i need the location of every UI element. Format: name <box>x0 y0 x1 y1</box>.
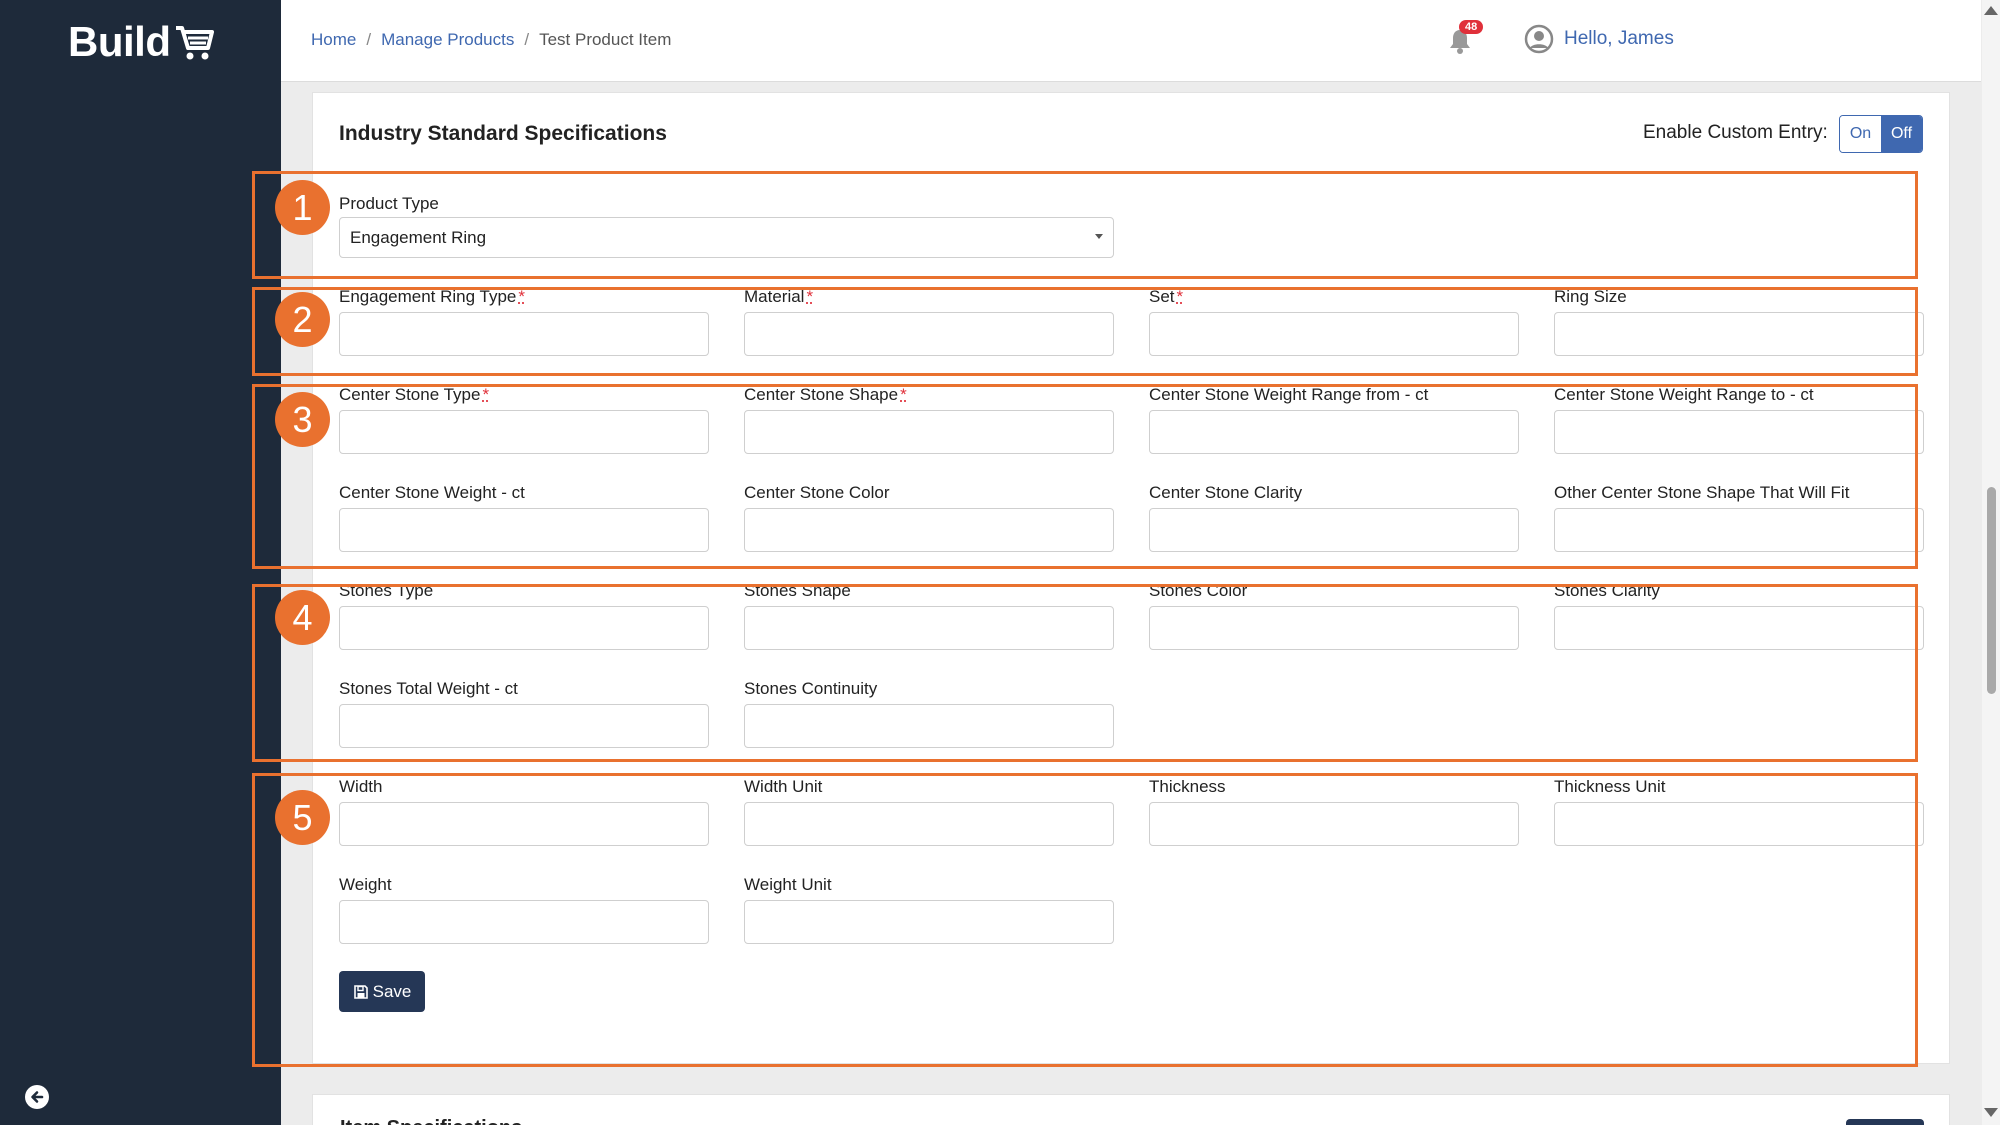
item-specifications-title: Item Specifications <box>340 1117 522 1125</box>
toggle-off-option[interactable]: Off <box>1881 116 1922 152</box>
scrollbar-thumb[interactable] <box>1987 487 1996 694</box>
top-header: Home / Manage Products / Test Product It… <box>281 0 1981 82</box>
scroll-down-arrow-icon[interactable] <box>1984 1108 1998 1117</box>
annotation-box-3 <box>252 384 1918 569</box>
breadcrumb-manage-products[interactable]: Manage Products <box>381 30 514 50</box>
sidebar: Build <box>0 0 281 1125</box>
logo-text: Build <box>68 18 170 66</box>
item-specifications-button[interactable] <box>1846 1119 1924 1125</box>
annotation-number-3: 3 <box>275 392 330 447</box>
user-avatar-icon <box>1524 24 1554 54</box>
arrow-left-circle-icon <box>29 1089 45 1105</box>
cart-icon <box>174 22 214 62</box>
item-specifications-card: Item Specifications <box>312 1094 1950 1125</box>
notification-badge: 48 <box>1459 20 1483 34</box>
breadcrumb-separator: / <box>524 30 529 50</box>
breadcrumb-separator: / <box>366 30 371 50</box>
custom-entry-toggle[interactable]: On Off <box>1839 115 1923 153</box>
annotation-number-1: 1 <box>275 180 330 235</box>
breadcrumb: Home / Manage Products / Test Product It… <box>311 30 671 50</box>
sidebar-collapse-button[interactable] <box>25 1085 49 1109</box>
custom-entry-label: Enable Custom Entry: <box>1643 122 1828 144</box>
annotation-box-4 <box>252 584 1918 762</box>
logo[interactable]: Build <box>68 18 214 66</box>
annotation-number-2: 2 <box>275 292 330 347</box>
annotation-box-5 <box>252 773 1918 1067</box>
section-title: Industry Standard Specifications <box>339 122 667 146</box>
annotation-box-1 <box>252 171 1918 279</box>
toggle-on-option[interactable]: On <box>1840 116 1881 152</box>
user-menu[interactable]: Hello, James <box>1524 24 1674 54</box>
breadcrumb-home[interactable]: Home <box>311 30 356 50</box>
annotation-box-2 <box>252 287 1918 376</box>
annotation-number-5: 5 <box>275 790 330 845</box>
annotation-number-4: 4 <box>275 590 330 645</box>
breadcrumb-current: Test Product Item <box>539 30 671 50</box>
scroll-up-arrow-icon[interactable] <box>1984 6 1998 15</box>
user-greeting: Hello, James <box>1564 28 1674 50</box>
